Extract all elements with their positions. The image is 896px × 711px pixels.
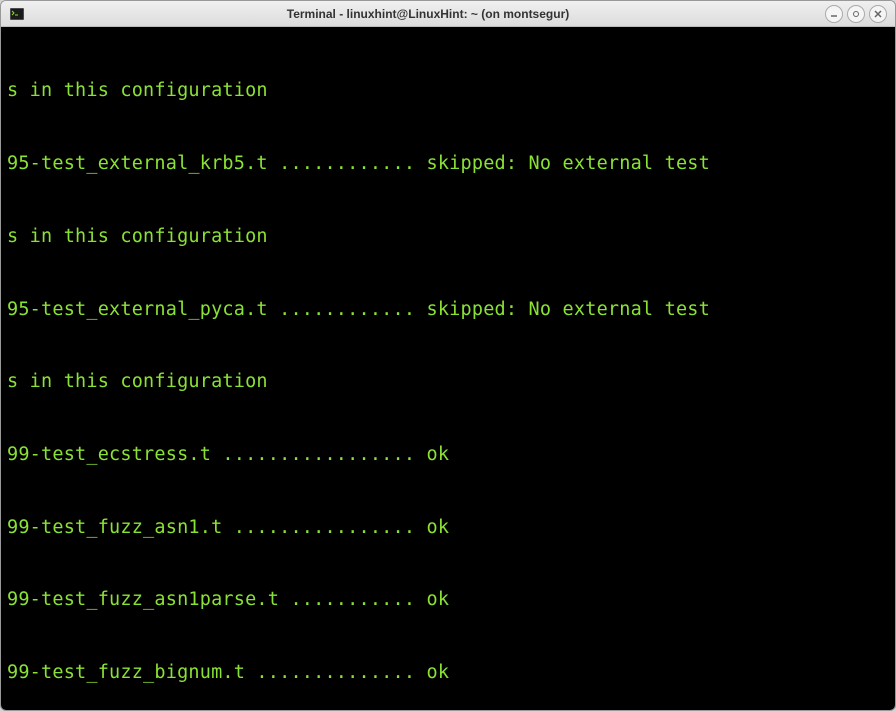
maximize-button[interactable]: [847, 5, 865, 23]
output-line: s in this configuration: [7, 225, 889, 249]
output-line: 99-test_fuzz_asn1.t ................ ok: [7, 516, 889, 540]
window-title: Terminal - linuxhint@LinuxHint: ~ (on mo…: [31, 7, 825, 21]
minimize-button[interactable]: [825, 5, 843, 23]
terminal-output[interactable]: s in this configuration 95-test_external…: [1, 27, 895, 710]
output-line: s in this configuration: [7, 370, 889, 394]
terminal-app-icon: [9, 6, 25, 22]
close-button[interactable]: [869, 5, 887, 23]
terminal-window: Terminal - linuxhint@LinuxHint: ~ (on mo…: [0, 0, 896, 711]
window-controls: [825, 5, 887, 23]
output-line: 99-test_fuzz_asn1parse.t ........... ok: [7, 588, 889, 612]
output-line: s in this configuration: [7, 79, 889, 103]
output-line: 99-test_fuzz_bignum.t .............. ok: [7, 661, 889, 685]
output-line: 99-test_ecstress.t ................. ok: [7, 443, 889, 467]
titlebar: Terminal - linuxhint@LinuxHint: ~ (on mo…: [1, 1, 895, 27]
output-line: 95-test_external_krb5.t ............ ski…: [7, 152, 889, 176]
output-line: 95-test_external_pyca.t ............ ski…: [7, 298, 889, 322]
